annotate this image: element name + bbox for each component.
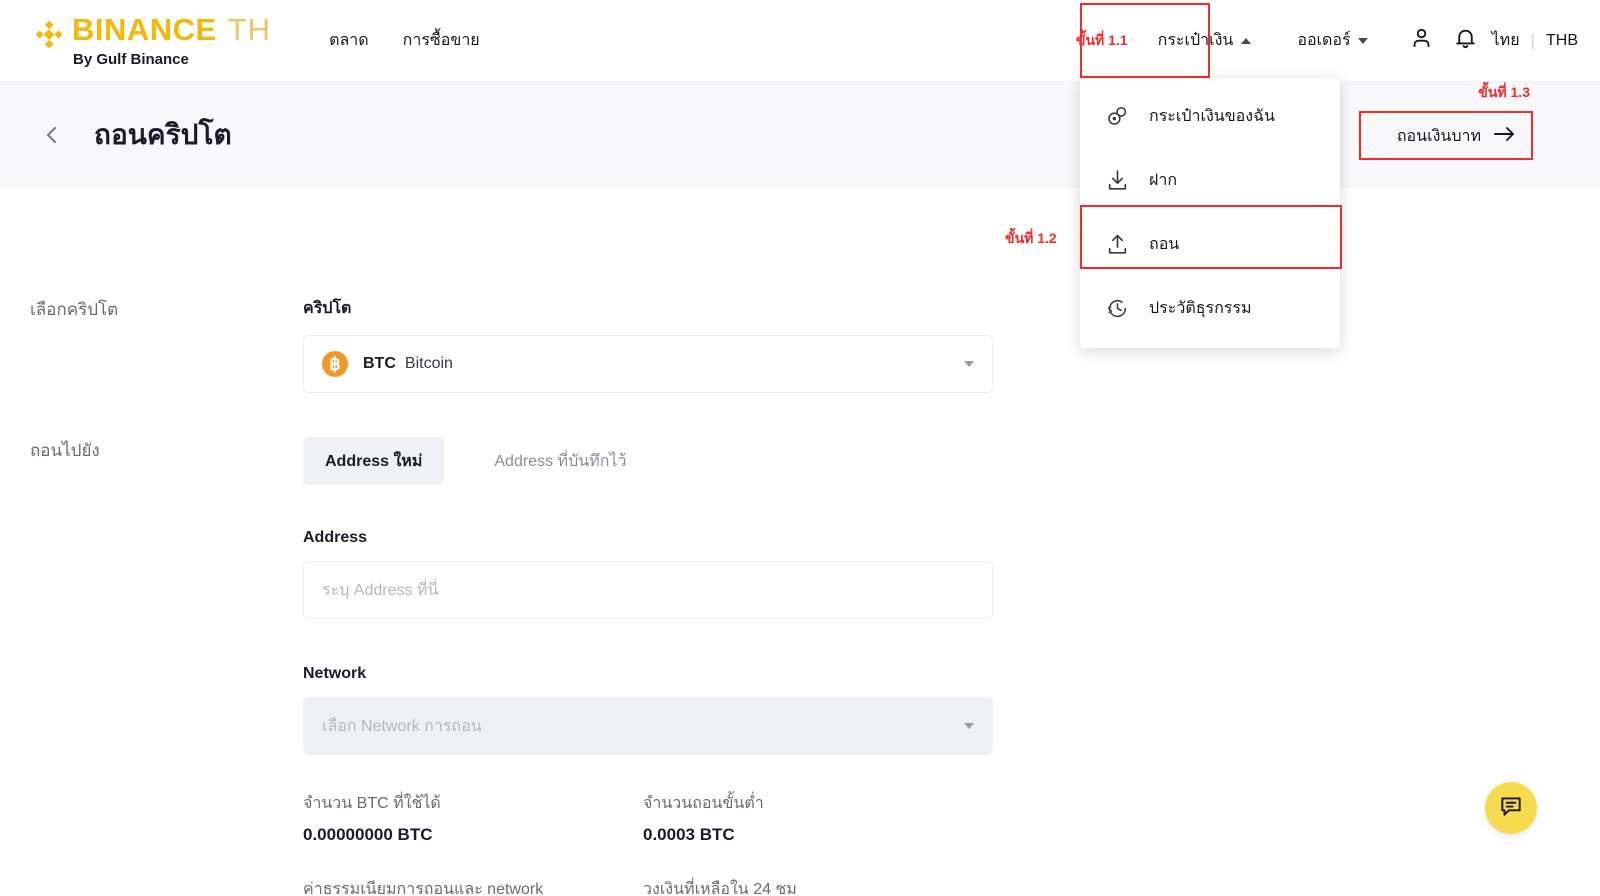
minimum-withdrawal-caption: จำนวนถอนขั้นต่ำ bbox=[643, 795, 764, 812]
dropdown-item-deposit-label: ฝาก bbox=[1149, 171, 1178, 189]
wallet-dropdown-menu: กระเป๋าเงินของฉัน ฝาก ถอน $ ประวัติธุรกร… bbox=[1080, 78, 1340, 348]
order-menu-button[interactable]: ออเดอร์ bbox=[1283, 20, 1381, 62]
network-field-label: Network bbox=[303, 665, 367, 682]
arrow-right-icon bbox=[1493, 125, 1517, 148]
select-crypto-row: เลือกคริปโต คริปโต ฿ BTC Bitcoin bbox=[0, 296, 1600, 393]
address-input[interactable]: ระบุ Address ที่นี่ bbox=[303, 561, 993, 619]
chat-bubble-icon bbox=[1498, 793, 1524, 824]
order-menu-label: ออเดอร์ bbox=[1297, 32, 1351, 49]
withdraw-to-row: ถอนไปยัง Address ใหม่ Address ที่บันทึกไ… bbox=[0, 437, 1600, 896]
bell-icon bbox=[1453, 26, 1478, 56]
brand-name: BINANCE bbox=[72, 11, 217, 47]
svg-text:$: $ bbox=[1107, 304, 1112, 315]
available-balance-caption: จำนวน BTC ที่ใช้ได้ bbox=[303, 795, 441, 812]
dropdown-item-withdraw[interactable]: ถอน bbox=[1080, 212, 1340, 276]
address-input-placeholder: ระบุ Address ที่นี่ bbox=[322, 581, 439, 599]
language-label[interactable]: ไทย bbox=[1492, 28, 1520, 53]
wallet-overview-icon bbox=[1104, 103, 1130, 129]
withdraw-to-row-label: ถอนไปยัง bbox=[30, 441, 100, 460]
crypto-symbol: BTC bbox=[363, 355, 396, 372]
brand-logo[interactable]: BINANCE TH By Gulf Binance bbox=[34, 14, 271, 68]
deposit-download-icon bbox=[1104, 167, 1130, 193]
crypto-select[interactable]: ฿ BTC Bitcoin bbox=[303, 335, 993, 393]
binance-diamond-icon bbox=[34, 20, 64, 50]
select-crypto-row-label: เลือกคริปโต bbox=[30, 300, 119, 319]
brand-suffix: TH bbox=[227, 11, 272, 47]
dropdown-item-deposit[interactable]: ฝาก bbox=[1080, 148, 1340, 212]
locale-separator: | bbox=[1530, 30, 1535, 50]
nav-right-cluster: ขั้นที่ 1.1 กระเป๋าเงิน ออเดอร์ ไทย | TH… bbox=[1076, 20, 1578, 62]
dropdown-item-transaction-history-label: ประวัติธุรกรรม bbox=[1149, 299, 1252, 317]
remaining-limit-caption: วงเงินที่เหลือใน 24 ชม bbox=[643, 881, 797, 896]
minimum-withdrawal-value: 0.0003 BTC bbox=[643, 825, 735, 844]
amount-info-grid: จำนวน BTC ที่ใช้ได้ 0.00000000 BTC จำนวน… bbox=[303, 791, 993, 845]
dropdown-item-withdraw-label: ถอน bbox=[1149, 235, 1180, 253]
crypto-name: Bitcoin bbox=[404, 355, 453, 372]
step-tag-1-2: ขั้นที่ 1.2 bbox=[1005, 230, 1057, 246]
withdrawal-fee-caption: ค่าธรรมเนียมการถอนและ network bbox=[303, 881, 544, 896]
step-tag-1-1: ขั้นที่ 1.1 bbox=[1075, 31, 1128, 48]
withdraw-to-field-column: Address ใหม่ Address ที่บันทึกไว้ Addres… bbox=[303, 437, 993, 896]
tab-new-address[interactable]: Address ใหม่ bbox=[303, 437, 445, 485]
dropdown-item-my-wallet[interactable]: กระเป๋าเงินของฉัน bbox=[1080, 84, 1340, 148]
primary-nav-links: ตลาด การซื้อขาย bbox=[329, 28, 480, 53]
remaining-limit-cell: วงเงินที่เหลือใน 24 ชม bbox=[643, 877, 983, 896]
chat-support-button[interactable] bbox=[1485, 782, 1537, 834]
page-title: ถอนคริปโต bbox=[94, 119, 232, 150]
available-balance-value: 0.00000000 BTC bbox=[303, 825, 433, 844]
chevron-down-icon bbox=[964, 723, 974, 729]
minimum-withdrawal-cell: จำนวนถอนขั้นต่ำ 0.0003 BTC bbox=[643, 791, 983, 845]
network-select[interactable]: เลือก Network การถอน bbox=[303, 697, 993, 755]
tab-saved-address[interactable]: Address ที่บันทึกไว้ bbox=[472, 437, 648, 485]
notifications-button[interactable] bbox=[1448, 23, 1484, 59]
available-balance-cell: จำนวน BTC ที่ใช้ได้ 0.00000000 BTC bbox=[303, 791, 643, 845]
withdraw-crypto-form: เลือกคริปโต คริปโต ฿ BTC Bitcoin ถอนไปยั… bbox=[0, 188, 1600, 896]
locale-selector[interactable]: ไทย | THB bbox=[1492, 28, 1578, 53]
dropdown-item-transaction-history[interactable]: $ ประวัติธุรกรรม bbox=[1080, 276, 1340, 340]
caret-down-icon bbox=[1357, 37, 1368, 44]
address-field-label: Address bbox=[303, 529, 368, 546]
address-tabs: Address ใหม่ Address ที่บันทึกไว้ bbox=[303, 437, 993, 485]
wallet-menu-button[interactable]: กระเป๋าเงิน bbox=[1142, 20, 1268, 62]
withdraw-thb-button[interactable]: ถอนเงินบาท bbox=[1381, 117, 1533, 155]
transaction-history-icon: $ bbox=[1104, 295, 1130, 321]
crypto-field-column: คริปโต ฿ BTC Bitcoin bbox=[303, 296, 993, 393]
page-root: BINANCE TH By Gulf Binance ตลาด การซื้อข… bbox=[0, 0, 1600, 896]
bitcoin-icon: ฿ bbox=[322, 351, 348, 377]
currency-label[interactable]: THB bbox=[1546, 32, 1578, 50]
crypto-field-label: คริปโต bbox=[303, 300, 352, 317]
step-tag-1-3: ขั้นที่ 1.3 bbox=[1478, 84, 1530, 100]
withdraw-upload-icon bbox=[1104, 231, 1130, 257]
top-navigation-bar: BINANCE TH By Gulf Binance ตลาด การซื้อข… bbox=[0, 0, 1600, 82]
page-header-band: ถอนคริปโต bbox=[0, 82, 1600, 188]
wallet-menu-label: กระเป๋าเงิน bbox=[1157, 32, 1234, 49]
caret-up-icon bbox=[1241, 37, 1252, 44]
withdraw-thb-label: ถอนเงินบาท bbox=[1396, 127, 1481, 145]
user-icon bbox=[1409, 26, 1434, 56]
chevron-left-icon[interactable] bbox=[40, 123, 64, 147]
nav-link-market[interactable]: ตลาด bbox=[329, 28, 369, 53]
nav-link-trade[interactable]: การซื้อขาย bbox=[403, 28, 480, 53]
profile-button[interactable] bbox=[1404, 23, 1440, 59]
fee-info-grid: ค่าธรรมเนียมการถอนและ network วงเงินที่เ… bbox=[303, 877, 993, 896]
dropdown-item-my-wallet-label: กระเป๋าเงินของฉัน bbox=[1149, 107, 1275, 125]
brand-tagline: By Gulf Binance bbox=[73, 50, 189, 68]
network-select-placeholder: เลือก Network การถอน bbox=[322, 717, 482, 735]
withdrawal-fee-cell: ค่าธรรมเนียมการถอนและ network bbox=[303, 877, 643, 896]
chevron-down-icon bbox=[964, 361, 974, 367]
